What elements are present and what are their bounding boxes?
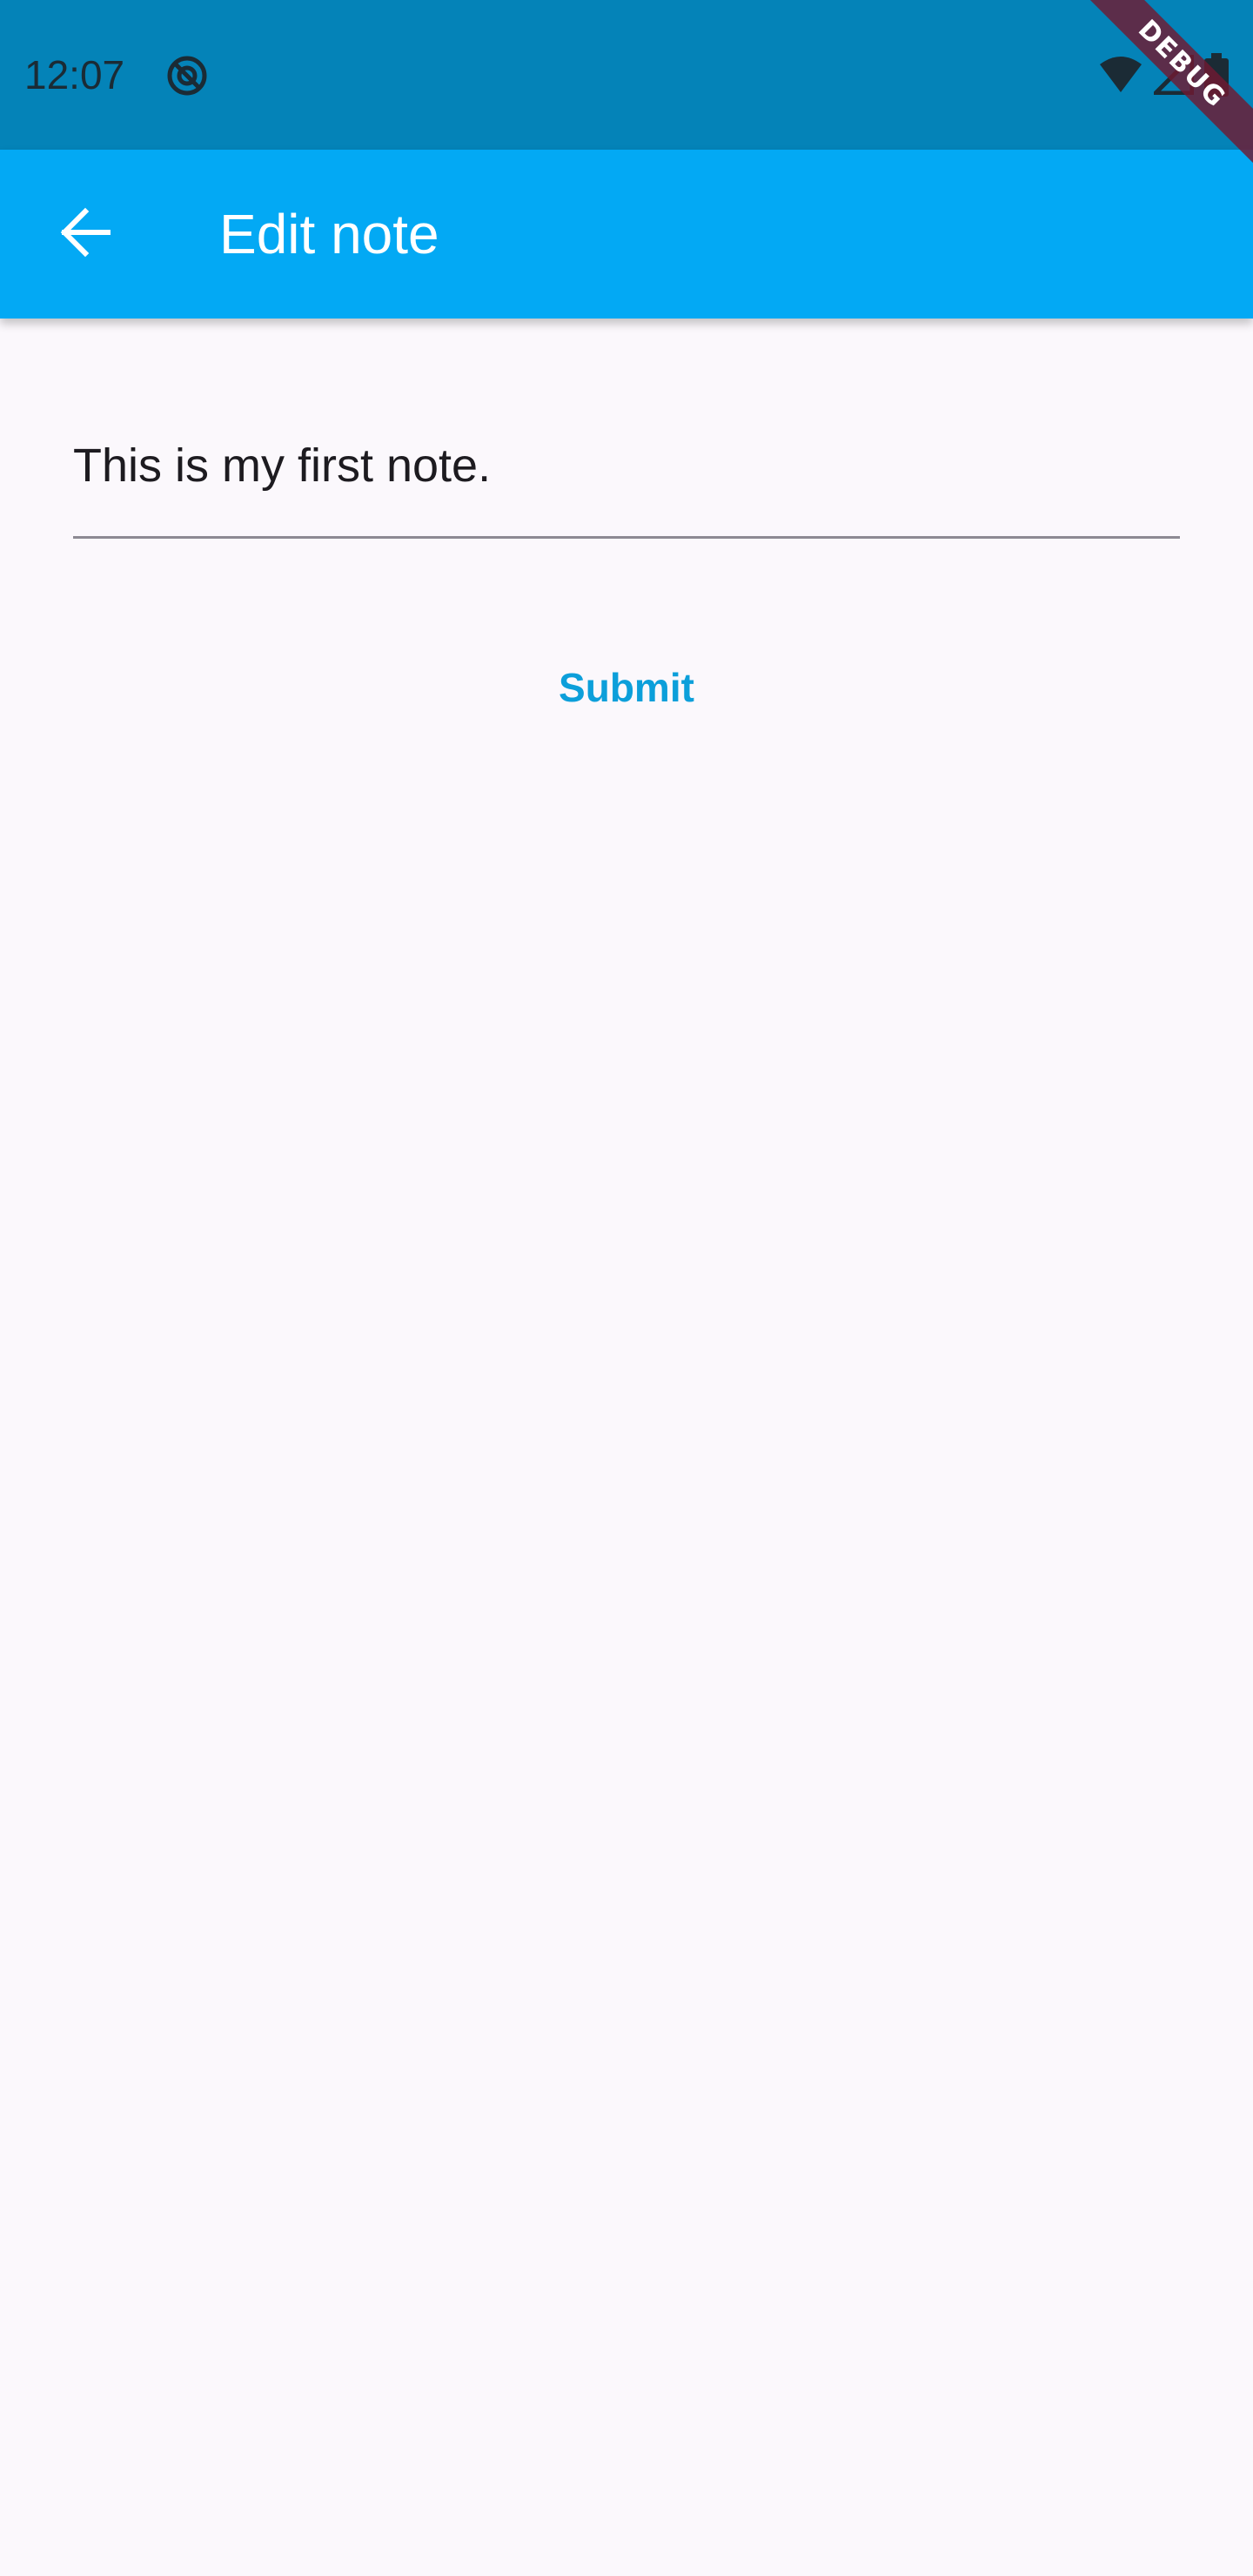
status-bar: 12:07 [0, 0, 1253, 150]
page-title: Edit note [219, 203, 439, 265]
back-button[interactable] [38, 187, 132, 281]
status-time: 12:07 [24, 52, 125, 97]
arrow-back-icon [57, 205, 113, 265]
note-field [73, 409, 1180, 540]
sync-disabled-icon [165, 54, 209, 97]
app-bar: Edit note [0, 150, 1253, 319]
signal-icon [1154, 55, 1194, 95]
battery-icon [1204, 53, 1229, 97]
note-input-underline [73, 536, 1180, 539]
status-icons [1098, 52, 1229, 97]
submit-button[interactable]: Submit [522, 646, 731, 729]
wifi-icon [1098, 56, 1143, 94]
note-input[interactable] [73, 435, 1180, 496]
edit-note-screen: 12:07 Edit note DEBUG This is my first n… [0, 0, 1253, 2576]
